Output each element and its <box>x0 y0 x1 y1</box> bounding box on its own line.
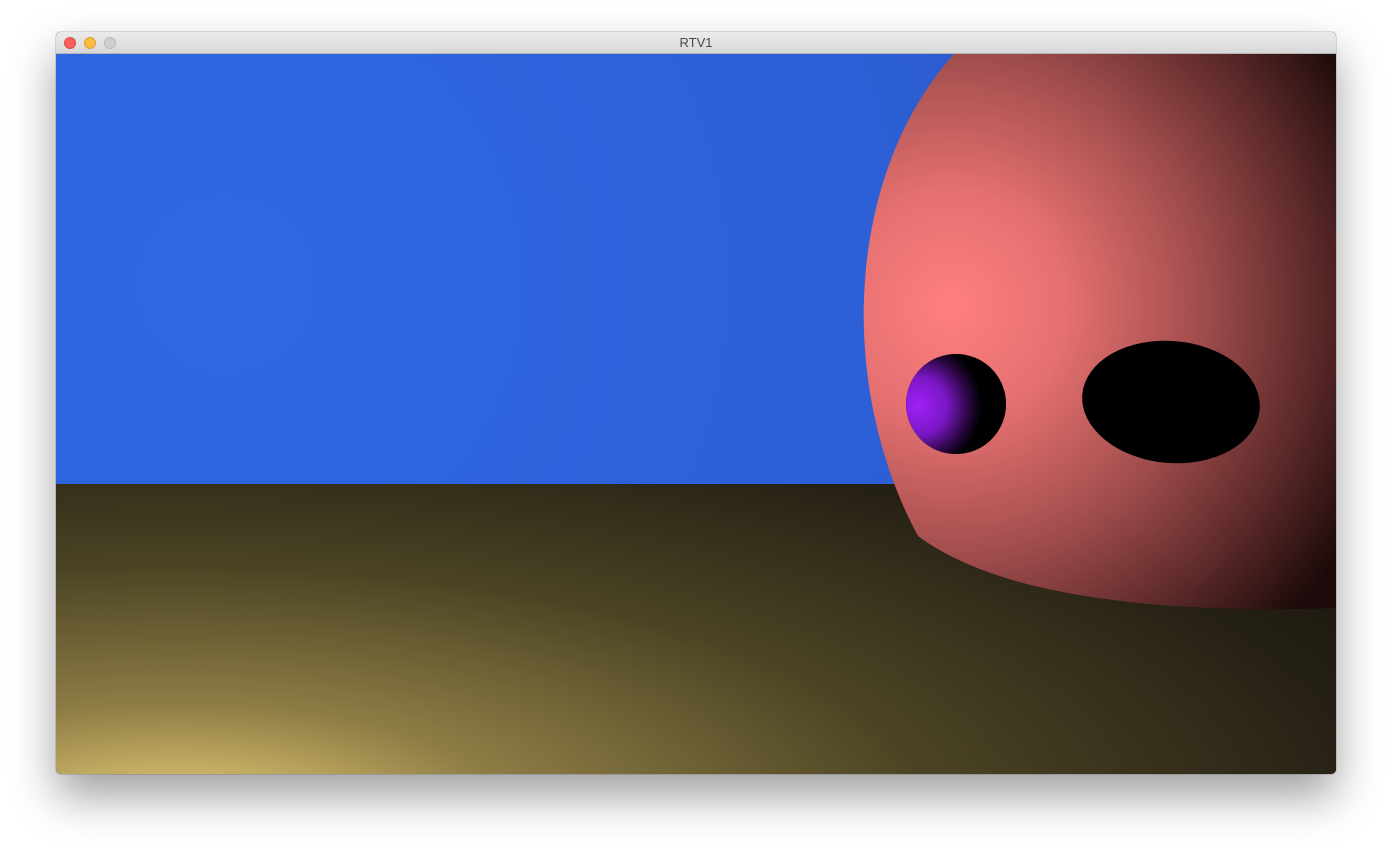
title-bar[interactable]: RTV1 <box>56 32 1336 54</box>
render-canvas <box>56 54 1336 774</box>
large-sphere <box>863 54 1336 610</box>
window-title: RTV1 <box>679 35 713 50</box>
app-window: RTV1 <box>56 32 1336 774</box>
small-sphere <box>906 354 1006 454</box>
